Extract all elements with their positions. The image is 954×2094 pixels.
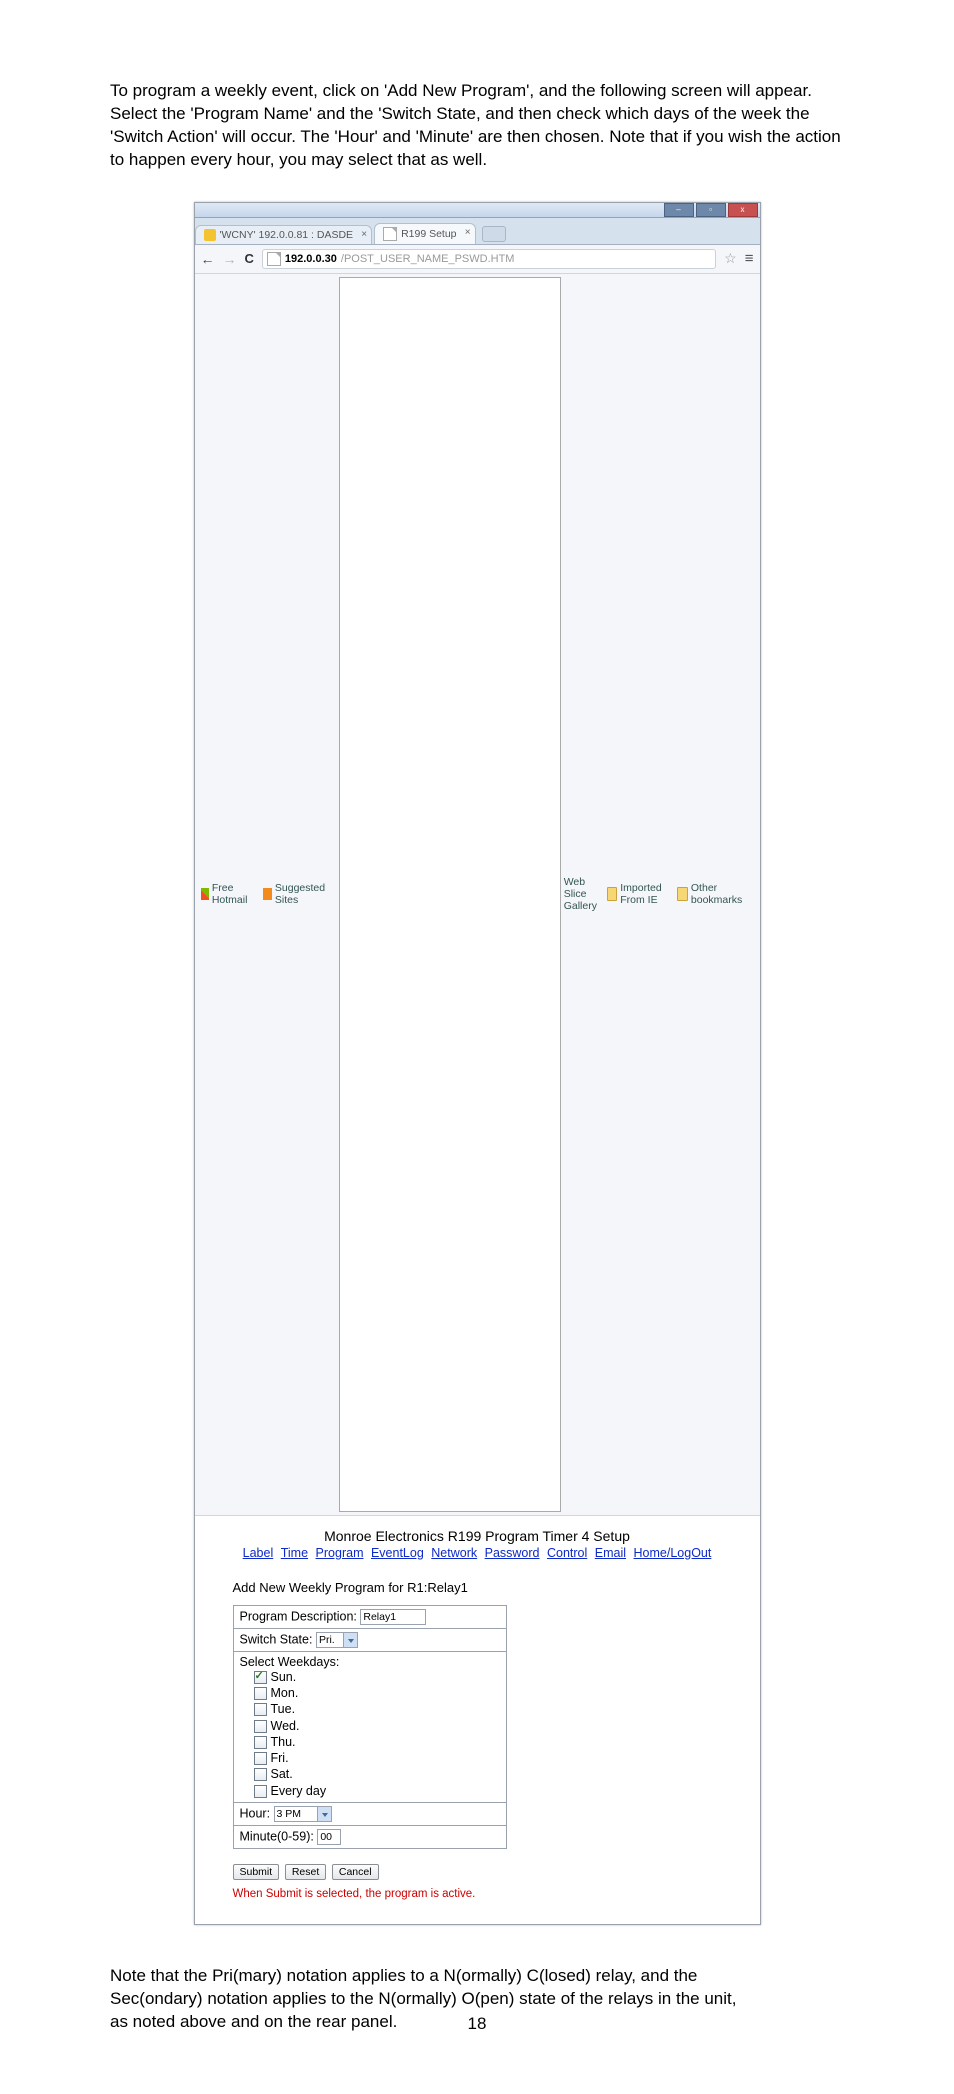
tab-favicon-icon bbox=[204, 229, 216, 241]
tab-1-label: 'WCNY' 192.0.0.81 : DASDE bbox=[220, 229, 354, 241]
back-button[interactable]: ← bbox=[201, 251, 215, 267]
bookmark-suggested-sites[interactable]: Suggested Sites bbox=[263, 882, 328, 906]
nav-network[interactable]: Network bbox=[431, 1546, 477, 1560]
intro-paragraph: To program a weekly event, click on 'Add… bbox=[110, 80, 844, 172]
select-weekdays-label: Select Weekdays: bbox=[240, 1655, 500, 1669]
page-nav-links: Label Time Program EventLog Network Pass… bbox=[213, 1546, 742, 1560]
suggested-sites-icon bbox=[263, 888, 271, 900]
reset-button[interactable]: Reset bbox=[285, 1864, 326, 1880]
address-bar-row: ← → C 192.0.0.30/POST_USER_NAME_PSWD.HTM… bbox=[195, 245, 760, 274]
window-minimize-button[interactable]: – bbox=[664, 203, 694, 217]
tab-2[interactable]: R199 Setup × bbox=[374, 223, 475, 244]
page-icon bbox=[339, 277, 561, 1512]
nav-email[interactable]: Email bbox=[595, 1546, 626, 1560]
address-bar[interactable]: 192.0.0.30/POST_USER_NAME_PSWD.HTM bbox=[262, 249, 716, 269]
nav-control[interactable]: Control bbox=[547, 1546, 587, 1560]
nav-program[interactable]: Program bbox=[316, 1546, 364, 1560]
cancel-button[interactable]: Cancel bbox=[332, 1864, 379, 1880]
tab-close-icon[interactable]: × bbox=[465, 227, 471, 238]
forward-button[interactable]: → bbox=[223, 251, 237, 267]
new-tab-button[interactable] bbox=[482, 226, 506, 242]
reload-button[interactable]: C bbox=[245, 251, 254, 266]
checkbox-mon[interactable] bbox=[254, 1687, 267, 1700]
hour-select[interactable]: 3 PM bbox=[274, 1806, 332, 1822]
minute-label: Minute(0-59): bbox=[240, 1829, 318, 1843]
checkbox-thu[interactable] bbox=[254, 1736, 267, 1749]
switch-state-label: Switch State: bbox=[240, 1632, 316, 1646]
page-number: 18 bbox=[0, 2014, 954, 2034]
checkbox-every-day[interactable] bbox=[254, 1785, 267, 1798]
submit-note: When Submit is selected, the program is … bbox=[233, 1888, 742, 1900]
checkbox-sat[interactable] bbox=[254, 1768, 267, 1781]
address-path: /POST_USER_NAME_PSWD.HTM bbox=[341, 253, 515, 265]
page-content: Monroe Electronics R199 Program Timer 4 … bbox=[195, 1516, 760, 1924]
folder-icon bbox=[677, 887, 688, 901]
program-form-table: Program Description: Relay1 Switch State… bbox=[233, 1605, 507, 1849]
tab-favicon-blank-icon bbox=[383, 227, 397, 241]
other-bookmarks[interactable]: Other bookmarks bbox=[677, 882, 754, 906]
row-hour: Hour: 3 PM bbox=[233, 1802, 506, 1825]
program-description-input[interactable]: Relay1 bbox=[360, 1609, 426, 1625]
row-select-weekdays: Select Weekdays: Sun. Mon. Tue. Wed. Thu… bbox=[233, 1651, 506, 1802]
bookmark-imported-from-ie[interactable]: Imported From IE bbox=[607, 882, 677, 906]
bookmark-free-hotmail[interactable]: Free Hotmail bbox=[201, 882, 254, 906]
address-favicon-icon bbox=[267, 252, 281, 266]
chrome-menu-icon[interactable]: ≡ bbox=[745, 250, 754, 267]
window-close-button[interactable]: x bbox=[728, 203, 758, 217]
tab-1[interactable]: 'WCNY' 192.0.0.81 : DASDE × bbox=[195, 225, 373, 244]
checkbox-sun[interactable] bbox=[254, 1671, 267, 1684]
tab-close-icon[interactable]: × bbox=[361, 229, 367, 240]
row-minute: Minute(0-59): 00 bbox=[233, 1825, 506, 1848]
switch-state-select[interactable]: Pri. bbox=[316, 1632, 358, 1648]
row-program-description: Program Description: Relay1 bbox=[233, 1605, 506, 1628]
bookmark-star-icon[interactable]: ☆ bbox=[724, 250, 737, 267]
bookmark-web-slice-gallery[interactable]: Web Slice Gallery bbox=[339, 277, 597, 1512]
folder-icon bbox=[607, 887, 617, 901]
row-switch-state: Switch State: Pri. bbox=[233, 1628, 506, 1651]
program-description-label: Program Description: bbox=[240, 1609, 361, 1623]
windows-icon bbox=[201, 888, 209, 900]
checkbox-wed[interactable] bbox=[254, 1720, 267, 1733]
hour-label: Hour: bbox=[240, 1806, 274, 1820]
nav-password[interactable]: Password bbox=[485, 1546, 540, 1560]
nav-homelogout[interactable]: Home/LogOut bbox=[634, 1546, 712, 1560]
window-titlebar: – ▫ x bbox=[195, 203, 760, 218]
nav-eventlog[interactable]: EventLog bbox=[371, 1546, 424, 1560]
window-maximize-button[interactable]: ▫ bbox=[696, 203, 726, 217]
address-host: 192.0.0.30 bbox=[285, 253, 337, 265]
bookmarks-bar: Free Hotmail Suggested Sites Web Slice G… bbox=[195, 274, 760, 1516]
nav-time[interactable]: Time bbox=[281, 1546, 308, 1560]
tab-2-label: R199 Setup bbox=[401, 228, 456, 240]
page-title: Monroe Electronics R199 Program Timer 4 … bbox=[213, 1528, 742, 1544]
form-subtitle: Add New Weekly Program for R1:Relay1 bbox=[233, 1580, 742, 1595]
browser-window: – ▫ x 'WCNY' 192.0.0.81 : DASDE × R199 S… bbox=[194, 202, 761, 1925]
checkbox-fri[interactable] bbox=[254, 1752, 267, 1765]
tab-strip: 'WCNY' 192.0.0.81 : DASDE × R199 Setup × bbox=[195, 218, 760, 245]
minute-input[interactable]: 00 bbox=[317, 1829, 341, 1845]
checkbox-tue[interactable] bbox=[254, 1703, 267, 1716]
nav-label[interactable]: Label bbox=[243, 1546, 274, 1560]
submit-button[interactable]: Submit bbox=[233, 1864, 280, 1880]
